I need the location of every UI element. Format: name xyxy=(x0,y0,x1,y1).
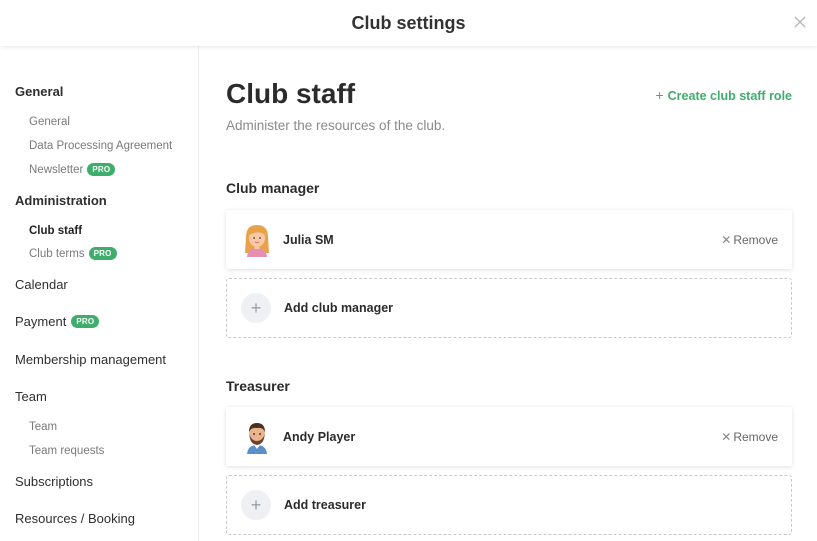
sidebar-section-membership-management[interactable]: Membership management xyxy=(15,352,166,367)
sidebar-item-label: Team xyxy=(29,421,58,433)
staff-member-card: Julia SM ✕ Remove xyxy=(226,210,792,269)
staff-member-card: Andy Player ✕ Remove xyxy=(226,407,792,466)
sidebar-item-newsletter[interactable]: Newsletter PRO xyxy=(29,163,116,176)
staff-member-name: Julia SM xyxy=(283,232,334,247)
staff-member-name: Andy Player xyxy=(283,429,356,444)
add-treasurer-button[interactable]: + Add treasurer xyxy=(226,475,792,535)
modal-header: Club settings xyxy=(0,0,817,46)
modal-title: Club settings xyxy=(351,12,466,33)
remove-button[interactable]: ✕ Remove xyxy=(721,233,778,247)
sidebar-item-label: Club staff xyxy=(29,225,83,237)
sidebar-item-label: Data Processing Agreement xyxy=(29,140,173,152)
add-club-manager-button[interactable]: + Add club manager xyxy=(226,278,792,338)
main-content: Club staff Administer the resources of t… xyxy=(199,46,817,541)
remove-button[interactable]: ✕ Remove xyxy=(721,430,778,444)
page-title: Club staff xyxy=(226,78,356,109)
sidebar-item-team-requests[interactable]: Team requests xyxy=(29,445,104,457)
section-title-treasurer: Treasurer xyxy=(226,378,290,394)
sidebar-item-data-processing-agreement[interactable]: Data Processing Agreement xyxy=(29,140,172,152)
sidebar-section-administration[interactable]: Administration xyxy=(15,193,107,208)
sidebar-item-label: Club terms xyxy=(29,247,85,260)
sidebar-section-subscriptions[interactable]: Subscriptions xyxy=(15,474,93,489)
sidebar-section-resources-booking[interactable]: Resources / Booking xyxy=(15,511,135,526)
pro-badge: PRO xyxy=(88,247,117,260)
close-icon: ✕ xyxy=(721,429,732,444)
female-avatar-icon xyxy=(245,225,269,257)
section-title-club-manager: Club manager xyxy=(226,180,320,196)
create-role-label: Create club staff role xyxy=(667,89,792,103)
plus-icon: + xyxy=(241,490,271,520)
close-icon[interactable] xyxy=(791,13,809,31)
plus-icon: + xyxy=(241,293,271,323)
close-icon: ✕ xyxy=(721,232,732,247)
sidebar-item-label: Team requests xyxy=(29,445,105,457)
sidebar-item-general[interactable]: General xyxy=(29,116,70,128)
sidebar-item-label: General xyxy=(29,116,70,128)
plus-icon: + xyxy=(655,87,664,103)
pro-badge: PRO xyxy=(87,163,116,176)
create-club-staff-role-button[interactable]: + Create club staff role xyxy=(655,87,792,103)
sidebar-item-club-terms[interactable]: Club terms PRO xyxy=(29,247,117,260)
sidebar-item-club-staff[interactable]: Club staff xyxy=(29,225,82,237)
add-treasurer-label: Add treasurer xyxy=(284,498,366,512)
sidebar-section-calendar[interactable]: Calendar xyxy=(15,277,68,292)
sidebar-item-label: Newsletter xyxy=(29,163,84,176)
remove-label: Remove xyxy=(733,429,778,444)
add-club-manager-label: Add club manager xyxy=(284,301,394,315)
sidebar-section-general[interactable]: General xyxy=(15,84,63,99)
sidebar-section-team[interactable]: Team xyxy=(15,389,47,404)
settings-sidebar: General General Data Processing Agreemen… xyxy=(0,46,199,541)
male-avatar-icon xyxy=(247,423,267,454)
sidebar-section-payment[interactable]: Payment PRO xyxy=(15,314,100,329)
sidebar-item-team[interactable]: Team xyxy=(29,421,57,433)
sidebar-item-label: Payment xyxy=(15,314,67,329)
remove-label: Remove xyxy=(733,232,778,247)
page-subtitle: Administer the resources of the club. xyxy=(226,118,446,133)
pro-badge: PRO xyxy=(71,315,100,328)
